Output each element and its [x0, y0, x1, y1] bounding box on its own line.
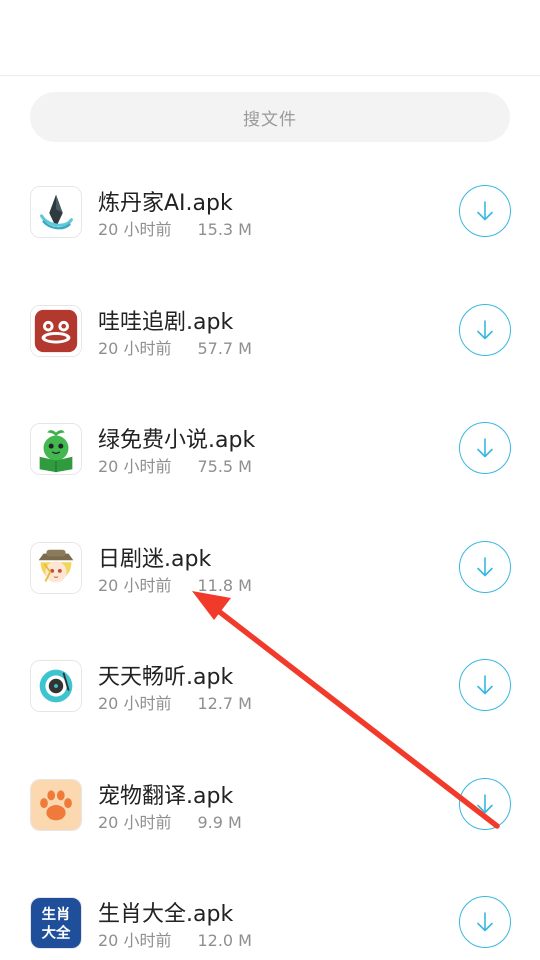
list-item[interactable]: 生肖 大全 生肖大全.apk 20 小时前 12.0 M: [0, 863, 540, 960]
list-item[interactable]: 哇哇追剧.apk 20 小时前 57.7 M: [0, 271, 540, 390]
file-time: 20 小时前: [98, 575, 172, 595]
download-button[interactable]: [459, 422, 511, 474]
file-time: 20 小时前: [98, 931, 172, 950]
list-item[interactable]: 绿免费小说.apk 20 小时前 75.5 M: [0, 389, 540, 508]
file-time: 20 小时前: [98, 220, 172, 239]
file-name: 生肖大全.apk: [98, 902, 234, 927]
download-arrow-icon: [477, 438, 493, 458]
file-meta: 20 小时前 12.0 M: [98, 927, 252, 951]
paw-icon: [30, 778, 82, 831]
file-time: 20 小时前: [98, 694, 172, 713]
download-arrow-icon: [477, 793, 493, 813]
green-book-mascot-icon: [30, 423, 82, 475]
file-name: 日剧迷.apk: [98, 546, 212, 572]
download-button[interactable]: [459, 185, 511, 237]
download-arrow-icon: [477, 675, 493, 695]
download-button[interactable]: [459, 540, 511, 593]
file-name: 绿免费小说.apk: [98, 428, 256, 453]
file-time: 20 小时前: [98, 457, 172, 476]
file-name: 宠物翻译.apk: [98, 783, 234, 809]
file-meta: 20 小时前 11.8 M: [98, 572, 252, 596]
file-list-screen: 搜文件 炼丹家AI.apk 20 小时前 15.3 M 哇哇追剧.apk 20 …: [0, 0, 540, 960]
list-item[interactable]: 日剧迷.apk 20 小时前 11.8 M: [0, 508, 540, 627]
file-name: 炼丹家AI.apk: [98, 191, 233, 216]
search-placeholder: 搜文件: [243, 109, 297, 130]
file-name: 天天畅听.apk: [98, 665, 234, 690]
download-button[interactable]: [459, 303, 511, 356]
wawa-face-icon: [30, 304, 82, 357]
list-item[interactable]: 宠物翻译.apk 20 小时前 9.9 M: [0, 745, 540, 864]
svg-text:大全: 大全: [42, 923, 71, 941]
top-bar: [0, 0, 540, 76]
file-size: 12.7 M: [197, 694, 252, 713]
file-size: 11.8 M: [197, 575, 252, 595]
search-input[interactable]: 搜文件: [30, 92, 510, 142]
shengxiao-daquan-icon: 生肖 大全: [30, 897, 82, 949]
vinyl-record-icon: [30, 660, 82, 712]
file-meta: 20 小时前 15.3 M: [98, 216, 252, 240]
download-button[interactable]: [459, 777, 511, 830]
download-arrow-icon: [477, 319, 493, 339]
file-size: 75.5 M: [197, 457, 252, 476]
list-item[interactable]: 炼丹家AI.apk 20 小时前 15.3 M: [0, 152, 540, 271]
download-arrow-icon: [477, 201, 493, 221]
file-size: 9.9 M: [197, 812, 242, 832]
download-arrow-icon: [477, 556, 493, 576]
file-meta: 20 小时前 12.7 M: [98, 690, 252, 714]
file-size: 15.3 M: [197, 220, 252, 239]
download-button[interactable]: [459, 659, 511, 711]
liandanjia-logo-icon: [30, 186, 82, 238]
download-button[interactable]: [459, 896, 511, 948]
list-item[interactable]: 天天畅听.apk 20 小时前 12.7 M: [0, 626, 540, 745]
file-meta: 20 小时前 57.7 M: [98, 335, 252, 359]
file-meta: 20 小时前 75.5 M: [98, 453, 252, 477]
file-time: 20 小时前: [98, 812, 172, 832]
file-list: 炼丹家AI.apk 20 小时前 15.3 M 哇哇追剧.apk 20 小时前 …: [0, 152, 540, 960]
file-meta: 20 小时前 9.9 M: [98, 809, 242, 833]
svg-text:生肖: 生肖: [42, 905, 71, 923]
download-arrow-icon: [477, 912, 493, 932]
file-time: 20 小时前: [98, 338, 172, 358]
file-size: 12.0 M: [197, 931, 252, 950]
file-size: 57.7 M: [197, 338, 252, 358]
file-name: 哇哇追剧.apk: [98, 309, 234, 335]
anime-girl-icon: [30, 541, 82, 594]
